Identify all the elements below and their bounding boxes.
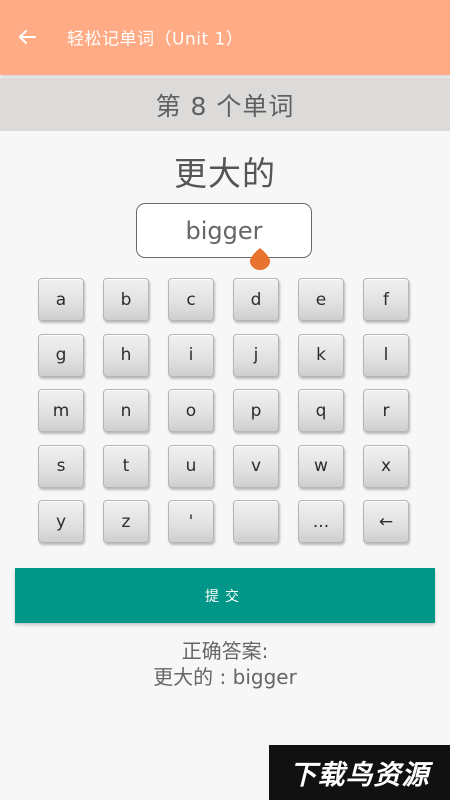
key-q[interactable]: q: [298, 389, 344, 432]
answer-input[interactable]: bigger: [136, 203, 312, 258]
key-x[interactable]: x: [363, 444, 409, 488]
correct-answer-label: 正确答案:: [181, 639, 269, 663]
question-word: 更大的: [174, 154, 276, 193]
key-h[interactable]: h: [103, 333, 149, 377]
key-d[interactable]: d: [233, 278, 279, 321]
key-k[interactable]: k: [298, 333, 344, 377]
key-g[interactable]: g: [38, 333, 84, 377]
key-s[interactable]: s: [38, 444, 84, 488]
key-l[interactable]: l: [363, 333, 409, 377]
key-m[interactable]: m: [38, 389, 84, 432]
key-r[interactable]: r: [363, 389, 409, 432]
key-e[interactable]: e: [298, 278, 344, 321]
key-apostrophe[interactable]: ': [168, 500, 214, 543]
key-i[interactable]: i: [168, 333, 214, 377]
key-b[interactable]: b: [103, 278, 149, 321]
key-u[interactable]: u: [168, 444, 214, 488]
key-j[interactable]: j: [233, 333, 279, 377]
key-z[interactable]: z: [103, 500, 149, 543]
key-space[interactable]: [233, 500, 279, 543]
watermark-logo: 下载鸟资源: [269, 745, 450, 800]
key-w[interactable]: w: [298, 444, 344, 488]
key-ellipsis[interactable]: ...: [298, 500, 344, 543]
key-a[interactable]: a: [38, 278, 84, 321]
back-arrow-icon[interactable]: [17, 27, 37, 47]
app-title: 轻松记单词（Unit 1）: [67, 29, 244, 50]
key-p[interactable]: p: [233, 389, 279, 432]
text-cursor-handle-icon[interactable]: [250, 248, 270, 270]
submit-button[interactable]: 提交: [15, 568, 435, 623]
word-progress-label: 第 8 个单词: [0, 78, 450, 131]
app-bar: 轻松记单词（Unit 1）: [0, 0, 450, 75]
key-n[interactable]: n: [103, 389, 149, 432]
key-y[interactable]: y: [38, 500, 84, 543]
key-o[interactable]: o: [168, 389, 214, 432]
key-c[interactable]: c: [168, 278, 214, 321]
answer-value: bigger: [185, 216, 263, 245]
key-f[interactable]: f: [363, 278, 409, 321]
key-t[interactable]: t: [103, 444, 149, 488]
key-backspace[interactable]: ←: [363, 500, 409, 543]
key-v[interactable]: v: [233, 444, 279, 488]
correct-answer-value: 更大的 : bigger: [153, 665, 297, 689]
